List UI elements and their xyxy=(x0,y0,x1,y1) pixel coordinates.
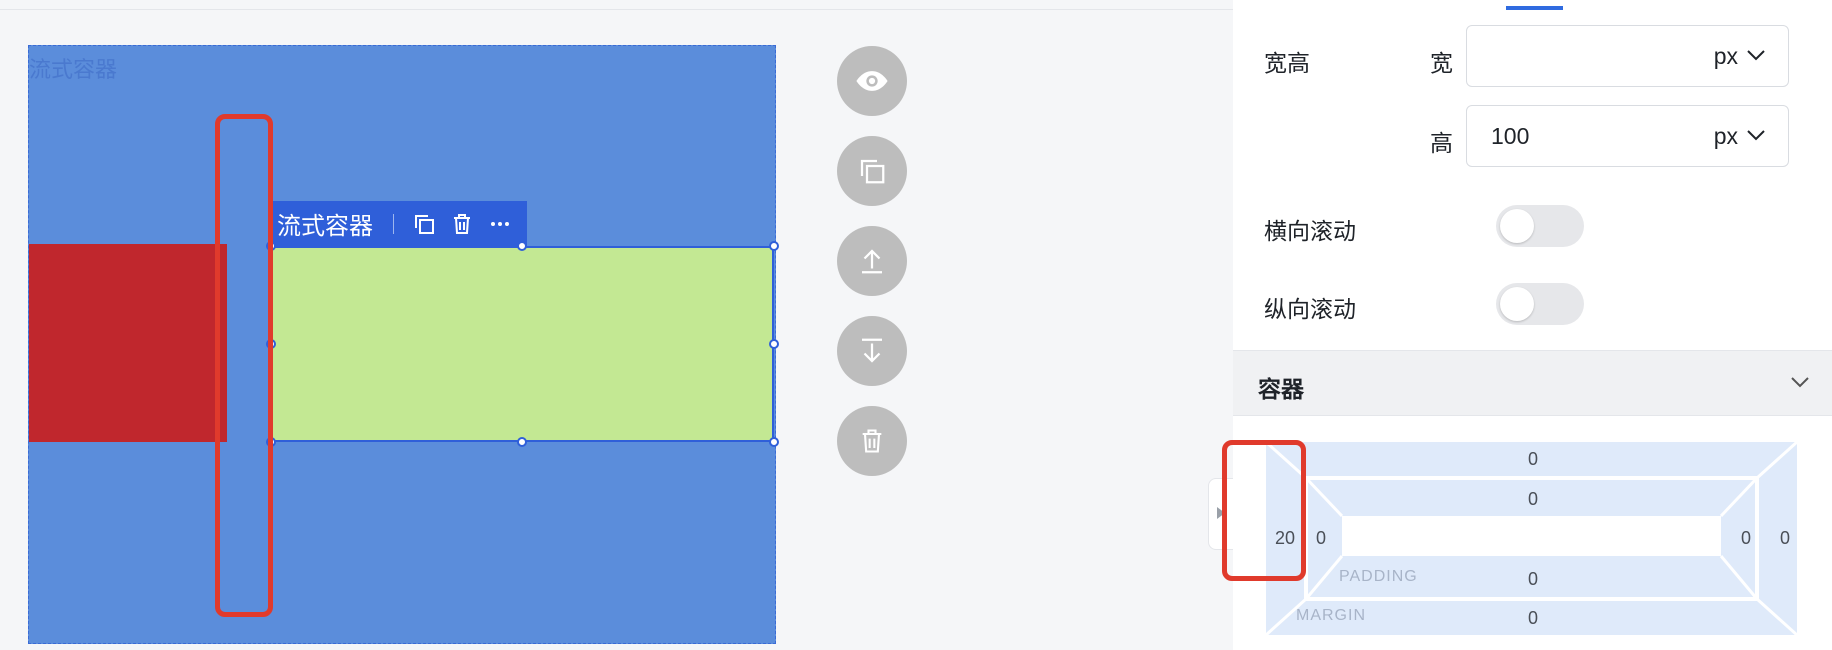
toolbar-separator xyxy=(393,213,394,234)
trash-icon xyxy=(862,429,882,453)
container-section-title: 容器 xyxy=(1258,376,1304,402)
flow-container[interactable]: 流式容器 流式容器 xyxy=(28,45,779,644)
properties-panel: 宽高 宽 px 高 100 px 横向滚动 纵向滚动 容器 MARGIN PAD… xyxy=(1222,0,1832,650)
scroll-x-toggle[interactable] xyxy=(1496,205,1584,247)
padding-left-input[interactable]: 0 xyxy=(1301,528,1341,549)
chevron-down-icon[interactable] xyxy=(1790,375,1810,389)
margin-bottom-input[interactable]: 0 xyxy=(1513,608,1553,629)
toggle-knob xyxy=(1500,287,1534,321)
copy-icon xyxy=(860,159,885,184)
red-block[interactable] xyxy=(29,244,227,442)
move-down-icon xyxy=(862,338,882,363)
padding-top-input[interactable]: 0 xyxy=(1513,489,1553,510)
height-label: 高 xyxy=(1430,130,1453,156)
resize-handle-r[interactable] xyxy=(769,339,779,349)
padding-caption: PADDING xyxy=(1339,568,1418,585)
delete-button[interactable] xyxy=(837,406,907,476)
chevron-down-icon[interactable] xyxy=(1746,48,1766,62)
height-value: 100 xyxy=(1491,123,1530,149)
eye-icon xyxy=(856,71,888,91)
margin-caption: MARGIN xyxy=(1296,607,1366,624)
move-up-icon xyxy=(862,249,882,274)
container-label: 流式容器 xyxy=(29,57,118,82)
resize-handle-t[interactable] xyxy=(517,241,527,251)
scroll-x-label: 横向滚动 xyxy=(1264,218,1356,244)
move-down-button[interactable] xyxy=(837,316,907,386)
copy-icon[interactable] xyxy=(410,210,438,238)
chevron-down-icon[interactable] xyxy=(1746,128,1766,142)
top-divider xyxy=(0,0,1233,10)
height-unit-select[interactable]: px xyxy=(1714,123,1738,150)
green-block-selected[interactable] xyxy=(271,246,774,442)
size-label: 宽高 xyxy=(1264,50,1310,76)
trash-icon[interactable] xyxy=(448,210,476,238)
width-field[interactable]: px xyxy=(1466,25,1789,87)
active-tab-indicator xyxy=(1506,6,1563,10)
height-field[interactable]: 100 px xyxy=(1466,105,1789,167)
highlight-margin-left-box xyxy=(1222,440,1306,581)
preview-button[interactable] xyxy=(837,46,907,116)
padding-bottom-input[interactable]: 0 xyxy=(1513,569,1553,590)
resize-handle-tr[interactable] xyxy=(769,241,779,251)
more-icon[interactable] xyxy=(486,210,514,238)
toolbar-label: 流式容器 xyxy=(277,213,373,240)
highlight-gap-box xyxy=(215,114,273,617)
resize-handle-b[interactable] xyxy=(517,437,527,447)
padding-right-input[interactable]: 0 xyxy=(1726,528,1766,549)
width-unit-select[interactable]: px xyxy=(1714,43,1738,70)
margin-right-input[interactable]: 0 xyxy=(1765,528,1805,549)
toggle-knob xyxy=(1500,209,1534,243)
move-up-button[interactable] xyxy=(837,226,907,296)
duplicate-button[interactable] xyxy=(837,136,907,206)
scroll-y-toggle[interactable] xyxy=(1496,283,1584,325)
resize-handle-br[interactable] xyxy=(769,437,779,447)
margin-top-input[interactable]: 0 xyxy=(1513,449,1553,470)
container-section-header[interactable]: 容器 xyxy=(1233,350,1832,416)
selection-toolbar: 流式容器 xyxy=(273,201,527,246)
scroll-y-label: 纵向滚动 xyxy=(1264,296,1356,322)
width-label: 宽 xyxy=(1430,50,1453,76)
